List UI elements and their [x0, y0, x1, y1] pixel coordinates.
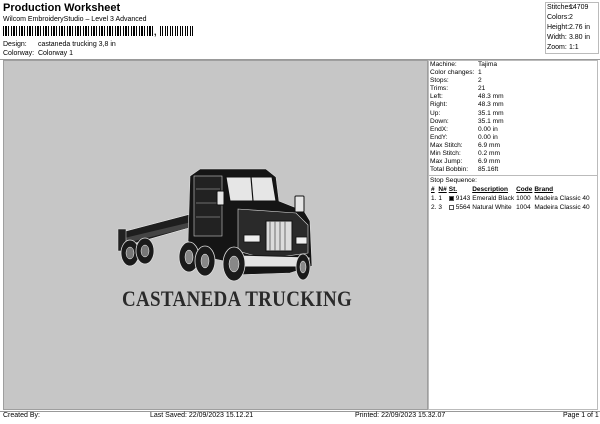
machine-info-label: Stops:	[430, 77, 449, 85]
machine-info-row: Total Bobbin: 85.16ft	[429, 166, 597, 174]
machine-info-value: 6.9 mm	[478, 158, 500, 166]
machine-info-panel: Machine: Tajima Color changes: 1 Stops: 2 Trim…	[428, 60, 598, 410]
color-swatch	[448, 205, 454, 211]
machine-info-value: 21	[478, 85, 486, 93]
thread-description: Natural White	[472, 204, 512, 212]
thread-code: 1004	[516, 204, 531, 212]
machine-info-row: EndX: 0.00 in	[429, 126, 597, 134]
machine-info-value: 48.3 mm	[478, 101, 504, 109]
machine-info-row: Up: 35.1 mm	[429, 110, 597, 118]
machine-info-value: 48.3 mm	[478, 93, 504, 101]
table-row: 2. 3 5564 Natural White 1004 Madeira Classic …	[430, 203, 591, 212]
machine-info-row: EndY: 0.00 in	[429, 134, 597, 142]
machine-info-value: 35.1 mm	[478, 117, 504, 125]
stats-box: Stitches: 14709 Colors: 2 Height: 2.76 i…	[545, 2, 599, 54]
machine-info-row: Down: 35.1 mm	[429, 118, 597, 126]
barcode-separator: ,	[154, 27, 157, 37]
machine-info-row: Machine: Tajima	[429, 61, 597, 69]
col-description: Description	[472, 186, 508, 194]
machine-info-label: Down:	[430, 117, 449, 125]
page-title: Production Worksheet	[3, 2, 121, 14]
col-brand: Brand	[534, 186, 554, 194]
stop-sequence-heading: Stop Sequence:	[430, 177, 477, 185]
machine-info-label: Max Stitch:	[430, 141, 463, 149]
colorway-value: Colorway 1	[37, 50, 73, 57]
created-by: Created By:	[3, 412, 40, 419]
machine-info-row: Max Jump: 6.9 mm	[429, 158, 597, 166]
stat-colors: Colors: 2	[547, 14, 573, 21]
machine-info-label: Min Stitch:	[430, 150, 461, 158]
stat-width: Width: 3.80 in	[547, 34, 590, 41]
col-stitches: St.	[448, 186, 458, 194]
semi-truck-flatbed-image	[117, 168, 313, 282]
machine-info-label: Total Bobbin:	[430, 166, 469, 174]
machine-info-label: Trims:	[430, 85, 449, 93]
machine-info-label: Up:	[430, 109, 441, 117]
machine-info-row: Color changes: 1	[429, 69, 597, 77]
machine-info-value: 6.9 mm	[478, 141, 500, 149]
printed-date: Printed: 22/09/2023 15.32.07	[355, 412, 446, 419]
design-row: Design: castaneda trucking 3,8 in	[3, 41, 116, 48]
thread-brand: Madeira Classic 40	[534, 204, 590, 212]
machine-info-value: Tajima	[478, 61, 498, 68]
machine-info-list: Machine: Tajima Color changes: 1 Stops: 2 Trim…	[429, 61, 597, 174]
col-index: #	[431, 186, 435, 194]
machine-info-label: Right:	[430, 101, 448, 109]
machine-info-label: EndY:	[430, 133, 448, 141]
stop-index: 2.	[431, 204, 437, 212]
machine-info-value: 0.00 in	[478, 125, 498, 133]
stat-stitches: Stitches: 14709	[547, 4, 589, 11]
stop-index: 1.	[431, 195, 437, 203]
footer-divider	[0, 411, 600, 412]
machine-info-value: 0.00 in	[478, 133, 498, 141]
design-label: Design:	[3, 41, 27, 48]
machine-info-value: 0.2 mm	[478, 150, 500, 158]
needle-number: 1	[438, 195, 443, 203]
machine-info-value: 85.16ft	[478, 166, 499, 174]
thread-brand: Madeira Classic 40	[534, 195, 590, 203]
machine-info-value: 35.1 mm	[478, 109, 504, 117]
thread-description: Emerald Black	[472, 195, 515, 203]
table-row: 1. 1 9143 Emerald Black 1000 Madeira Classic …	[430, 194, 591, 203]
machine-info-row: Trims: 21	[429, 85, 597, 93]
needle-number: 3	[438, 204, 443, 212]
software-name: Wilcom EmbroideryStudio – Level 3 Advanc…	[3, 16, 147, 23]
machine-info-label: Machine:	[430, 61, 457, 68]
machine-info-label: Color changes:	[430, 69, 475, 77]
machine-info-label: Left:	[430, 93, 443, 101]
color-swatch	[448, 196, 454, 202]
last-saved: Last Saved: 22/09/2023 15.12.21	[150, 412, 254, 419]
machine-info-row: Left: 48.3 mm	[429, 93, 597, 101]
stitch-count: 5564	[448, 203, 471, 212]
stop-sequence-table: # N# St. Description Code Brand 1. 1 9143 E…	[430, 185, 591, 212]
machine-info-label: EndX:	[430, 125, 448, 133]
machine-info-value: 1	[478, 69, 482, 77]
stat-height: Height: 2.76 in	[547, 24, 590, 31]
barcode-secondary	[160, 26, 194, 36]
col-code: Code	[516, 186, 533, 194]
stat-zoom: Zoom: 1:1	[547, 44, 579, 51]
machine-info-row: Right: 48.3 mm	[429, 101, 597, 109]
machine-info-row: Max Stitch: 6.9 mm	[429, 142, 597, 150]
machine-info-row: Min Stitch: 0.2 mm	[429, 150, 597, 158]
panel-divider	[429, 175, 597, 177]
table-header-row: # N# St. Description Code Brand	[430, 185, 591, 194]
design-value: castaneda trucking 3,8 in	[37, 41, 116, 48]
thread-code: 1000	[516, 195, 531, 203]
colorway-row: Colorway: Colorway 1	[3, 50, 73, 57]
design-logo-text: CASTANEDA TRUCKING	[122, 287, 353, 312]
machine-info-value: 2	[478, 77, 482, 85]
machine-info-row: Stops: 2	[429, 77, 597, 85]
page-number: Page 1 of 1	[563, 412, 599, 419]
stitch-count: 9143	[448, 194, 471, 203]
col-needle: N#	[438, 186, 447, 194]
design-preview: CASTANEDA TRUCKING	[3, 60, 428, 410]
machine-info-label: Max Jump:	[430, 158, 463, 166]
colorway-label: Colorway:	[3, 50, 35, 57]
barcode	[3, 26, 153, 36]
